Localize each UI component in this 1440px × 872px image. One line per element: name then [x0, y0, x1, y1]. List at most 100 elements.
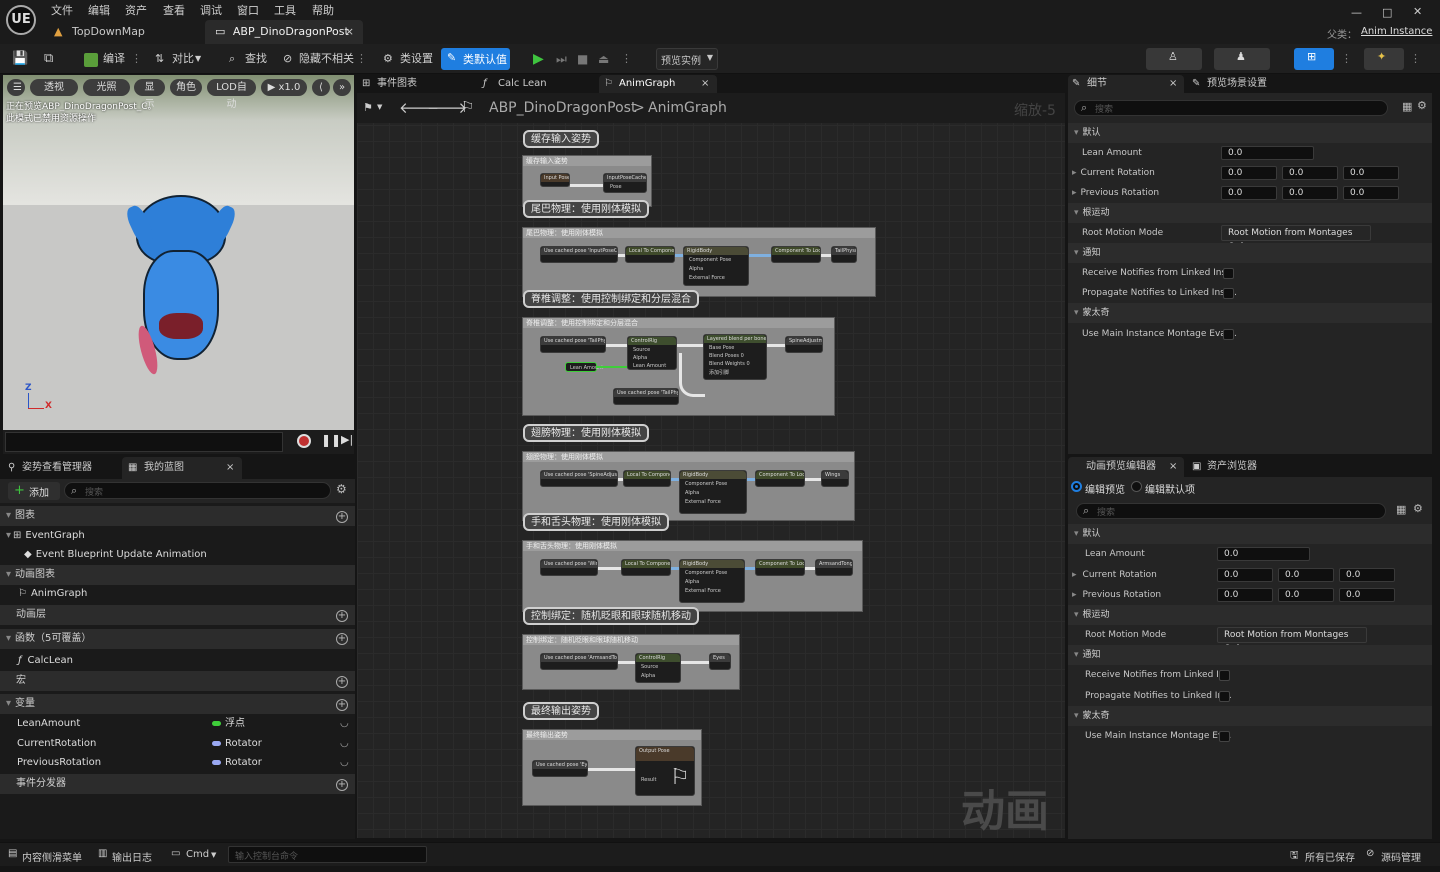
anim-graph-canvas[interactable]: 动画 缓存输入姿势 Input Pose InputPoseCache Pose …: [357, 93, 1065, 838]
current-rotation-x[interactable]: 0.0: [1217, 568, 1273, 582]
chevron-down-icon[interactable]: ▼: [211, 851, 216, 859]
node-cached-eyes[interactable]: Use cached pose 'Eyes': [532, 760, 588, 777]
close-window-button[interactable]: ✕: [1413, 5, 1422, 18]
record-icon[interactable]: [297, 434, 311, 448]
comment-bubble-spine[interactable]: 脊椎调整：使用控制绑定和分层混合: [523, 290, 699, 308]
node-cached-tail-2[interactable]: Use cached pose 'TailPhysics': [613, 388, 679, 405]
tab-my-blueprint[interactable]: ▦ 我的蓝图 ×: [122, 457, 242, 479]
comment-box-arms-tongue[interactable]: 手和舌头物理：使用刚体模拟 Use cached pose 'Wings' Lo…: [522, 540, 863, 612]
node-local-to-component[interactable]: Local To Component: [623, 470, 671, 487]
timeline-scrubber[interactable]: [5, 432, 283, 452]
section-default[interactable]: ▾ 默认: [1068, 123, 1432, 143]
current-rotation-z[interactable]: 0.0: [1339, 568, 1395, 582]
comment-bubble-output[interactable]: 最终输出姿势: [523, 702, 599, 720]
details-search-input[interactable]: ⌕ 搜索: [1074, 100, 1388, 116]
chevron-down-icon[interactable]: ▼: [195, 49, 201, 69]
character-button[interactable]: 角色: [170, 79, 202, 96]
lean-amount-input[interactable]: 0.0: [1221, 146, 1314, 160]
radio-edit-defaults[interactable]: [1131, 481, 1142, 492]
section-notify[interactable]: ▾ 通知: [1068, 243, 1432, 263]
root-motion-mode-dropdown[interactable]: Root Motion from Montages Only▼: [1217, 627, 1367, 654]
add-button[interactable]: + 添加: [8, 482, 60, 500]
comment-bubble-control-rig[interactable]: 控制绑定：随机眨眼和眼球随机移动: [523, 607, 699, 625]
node-arms-cache[interactable]: ArmsandTongue: [815, 559, 853, 576]
lighting-button[interactable]: 光照: [83, 79, 130, 96]
section-default[interactable]: ▾ 默认: [1068, 524, 1432, 544]
diff-button[interactable]: 对比: [172, 49, 194, 69]
node-cached-spine[interactable]: Use cached pose 'SpineAdjustment': [540, 470, 618, 487]
menu-file[interactable]: 文件: [51, 2, 73, 18]
section-anim-graphs[interactable]: ▾ 动画图表: [0, 565, 355, 585]
output-log-button[interactable]: 输出日志: [112, 849, 152, 864]
step-icon[interactable]: ⏭: [556, 49, 567, 69]
add-anim-layer-icon[interactable]: +: [336, 610, 348, 622]
section-root-motion[interactable]: ▾ 根运动: [1068, 203, 1432, 223]
content-drawer-button[interactable]: 内容侧滑菜单: [22, 849, 82, 864]
variable-row-previousrotation[interactable]: PreviousRotation Rotator ◡: [0, 753, 355, 773]
preview-search-input[interactable]: ⌕ 搜索: [1076, 503, 1386, 519]
root-motion-mode-dropdown[interactable]: Root Motion from Montages Only▼: [1221, 225, 1371, 252]
node-control-rig[interactable]: ControlRig Source Alpha: [635, 653, 681, 683]
node-cached-input[interactable]: Use cached pose 'InputPoseCache': [540, 246, 618, 263]
stop-icon[interactable]: ■: [577, 49, 588, 69]
search-input[interactable]: ⌕ 搜索: [64, 482, 331, 499]
node-eyes-cache[interactable]: Eyes: [709, 653, 731, 670]
node-output-pose[interactable]: Output Pose Result ⚐: [635, 746, 695, 796]
eye-icon[interactable]: ◡: [340, 714, 349, 734]
current-rotation-x[interactable]: 0.0: [1221, 166, 1277, 180]
tab-anim-preview-editor[interactable]: 动画预览编辑器 ×: [1068, 457, 1184, 477]
variable-row-currentrotation[interactable]: CurrentRotation Rotator ◡: [0, 734, 355, 754]
tab-animgraph[interactable]: ⚐ AnimGraph ×: [599, 75, 717, 93]
gear-icon[interactable]: ⚙: [336, 482, 347, 496]
close-icon[interactable]: ×: [1169, 75, 1177, 93]
minimize-button[interactable]: —: [1351, 6, 1362, 19]
node-component-to-local[interactable]: Component To Local: [771, 246, 821, 263]
use-main-instance-checkbox[interactable]: [1219, 731, 1230, 742]
add-function-icon[interactable]: +: [336, 633, 348, 645]
node-cached-tail[interactable]: Use cached pose 'TailPhysics': [540, 336, 606, 353]
tree-item-calclean[interactable]: ƒ CalcLean: [0, 651, 355, 671]
add-dispatcher-icon[interactable]: +: [336, 779, 348, 791]
node-control-rig[interactable]: ControlRig Source Alpha Lean Amount: [627, 336, 677, 370]
node-input-pose[interactable]: Input Pose: [540, 173, 570, 187]
use-main-instance-checkbox[interactable]: [1223, 329, 1234, 340]
tab-topdownmap[interactable]: ▲ TopDownMap: [44, 20, 204, 44]
menu-edit[interactable]: 编辑: [88, 2, 110, 18]
node-input-pose-cache[interactable]: InputPoseCache Pose: [603, 173, 647, 193]
node-rigid-body[interactable]: RigidBody Component Pose Alpha External For…: [679, 470, 747, 514]
menu-tools[interactable]: 工具: [274, 2, 296, 18]
section-graphs[interactable]: ▾ 图表: [0, 506, 355, 526]
gear-icon[interactable]: ⚙: [1417, 99, 1427, 112]
variable-row-leanamount[interactable]: LeanAmount 浮点 ◡: [0, 714, 355, 734]
table-view-icon[interactable]: ▦: [1396, 503, 1406, 516]
section-variables[interactable]: ▾ 变量: [0, 694, 355, 714]
close-icon[interactable]: ×: [1169, 458, 1177, 476]
menu-help[interactable]: 帮助: [312, 2, 334, 18]
node-component-to-local[interactable]: Component To Local: [755, 470, 805, 487]
source-control-button[interactable]: 源码管理: [1381, 849, 1421, 864]
previous-rotation-x[interactable]: 0.0: [1217, 588, 1273, 602]
more-icon[interactable]: ⋮: [356, 49, 367, 69]
mode-options-icon[interactable]: ⋮: [1341, 49, 1352, 69]
node-rigid-body[interactable]: RigidBody Component Pose Alpha External For…: [679, 559, 745, 603]
node-local-to-component[interactable]: Local To Component: [625, 246, 675, 263]
propagate-notifies-checkbox[interactable]: [1223, 288, 1234, 299]
tab-calc-lean[interactable]: Calc Lean: [498, 75, 547, 93]
tab-asset-browser[interactable]: 资产浏览器: [1207, 458, 1257, 476]
viewport-options-icon[interactable]: ⟨: [312, 79, 330, 96]
blueprint-mode-button[interactable]: ⊞: [1294, 48, 1334, 70]
tree-item-eventgraph[interactable]: ▾ ⊞ EventGraph: [0, 526, 355, 546]
tab-abp-dinodragonpost[interactable]: ▭ ABP_DinoDragonPost ×: [205, 20, 363, 44]
section-functions[interactable]: ▾ 函数（5可覆盖）: [0, 629, 355, 649]
tab-pose-watch-manager[interactable]: 姿势查看管理器: [22, 459, 92, 477]
node-local-to-component[interactable]: Local To Component: [621, 559, 671, 576]
perspective-button[interactable]: 透视: [30, 79, 78, 96]
preview-instance-dropdown[interactable]: 预览实例 ▼: [656, 48, 718, 70]
section-anim-layers[interactable]: 动画层: [0, 605, 355, 625]
previous-rotation-x[interactable]: 0.0: [1221, 186, 1277, 200]
comment-bubble-arms-tongue[interactable]: 手和舌头物理：使用刚体模拟: [523, 513, 669, 531]
tree-item-animgraph[interactable]: ⚐ AnimGraph: [0, 584, 355, 604]
hide-unrelated-button[interactable]: 隐藏不相关: [299, 49, 354, 69]
comment-box-control-rig[interactable]: 控制绑定：随机眨眼和眼球随机移动 Use cached pose 'Armsan…: [522, 634, 740, 690]
radio-edit-preview[interactable]: [1071, 481, 1082, 492]
